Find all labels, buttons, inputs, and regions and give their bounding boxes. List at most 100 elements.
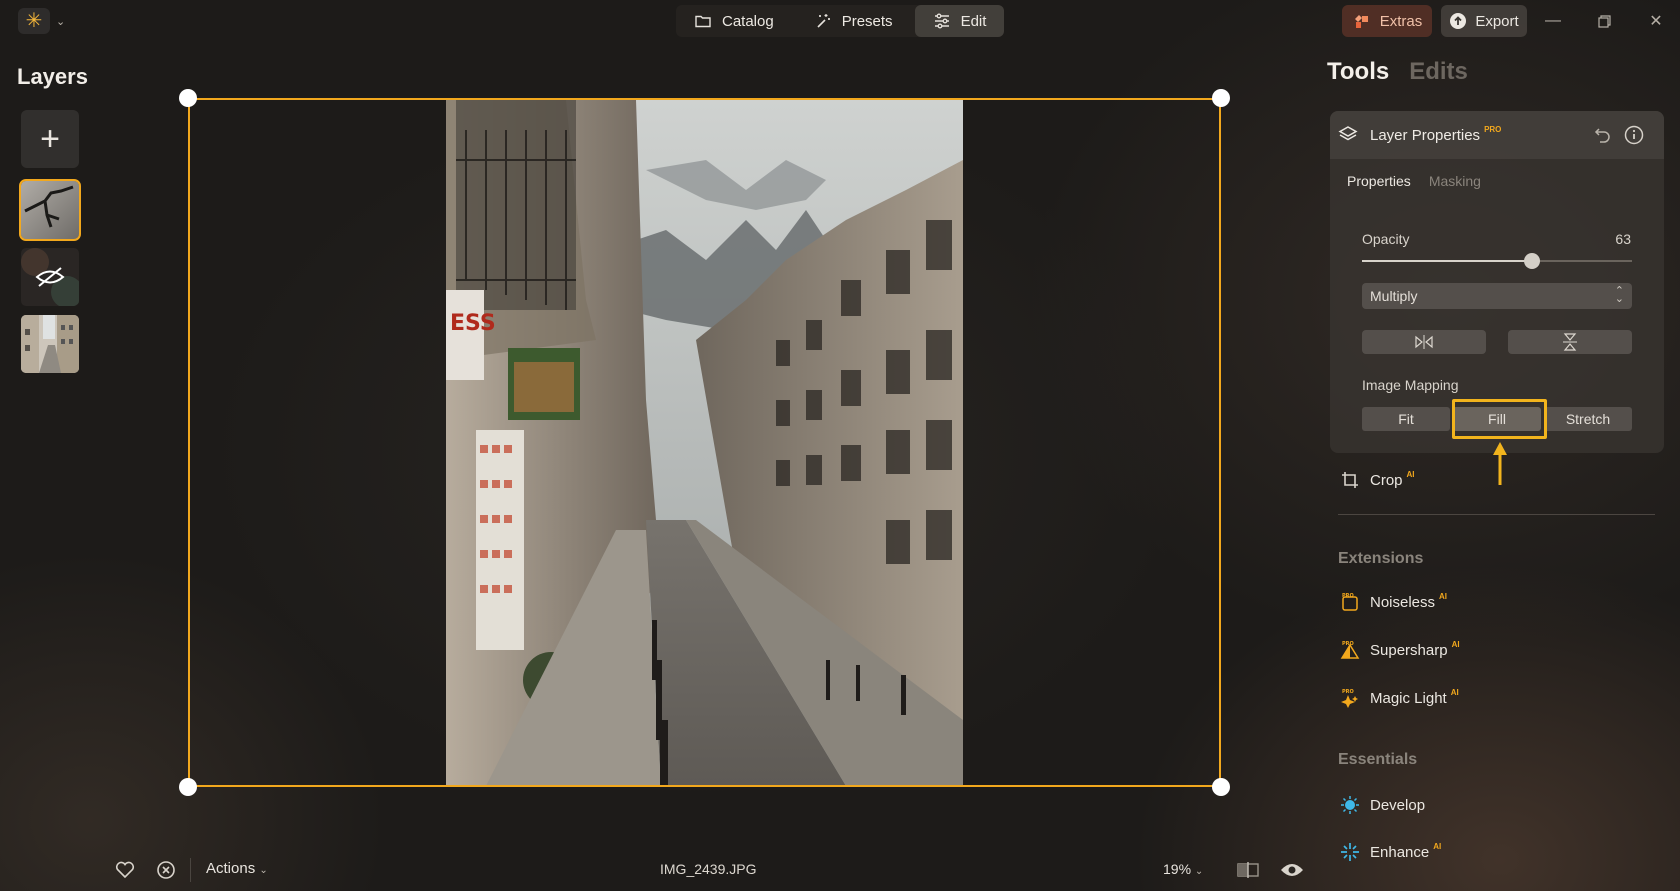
opacity-slider[interactable]: [1362, 253, 1632, 269]
crop-frame[interactable]: [188, 98, 1221, 787]
noiseless-icon: PRO: [1340, 592, 1360, 612]
main-nav: Catalog Presets Edit: [676, 5, 1005, 37]
extras-icon: [1354, 15, 1368, 28]
layer-thumb-hidden[interactable]: [21, 248, 79, 306]
panel-divider: [1338, 514, 1655, 515]
essentials-title: Essentials: [1338, 751, 1418, 768]
tab-tools[interactable]: Tools: [1327, 58, 1389, 86]
bottom-divider: [190, 858, 191, 882]
minimize-icon[interactable]: —: [1540, 8, 1566, 34]
filename-label: IMG_2439.JPG: [660, 861, 757, 877]
crop-handle-top-right[interactable]: [1212, 89, 1230, 107]
chevron-down-icon: ⌄: [56, 15, 66, 28]
opacity-label: Opacity: [1362, 231, 1410, 247]
magic-light-tool[interactable]: PRO Magic Light AI: [1340, 688, 1459, 708]
mapping-fit-label: Fit: [1398, 411, 1414, 427]
crop-tool[interactable]: Crop AI: [1340, 470, 1415, 490]
crop-handle-bottom-left[interactable]: [179, 778, 197, 796]
svg-text:PRO: PRO: [1342, 641, 1354, 647]
pro-badge: PRO: [1484, 124, 1502, 134]
restore-icon[interactable]: [1591, 8, 1617, 34]
catalog-label: Catalog: [722, 12, 774, 30]
crop-ai-badge: AI: [1406, 469, 1415, 479]
chevron-down-icon: ⌄: [1194, 866, 1204, 877]
layer-properties-header[interactable]: Layer Properties PRO: [1330, 111, 1664, 159]
tab-edits[interactable]: Edits: [1409, 58, 1468, 86]
layer-properties-title: Layer Properties: [1370, 126, 1481, 144]
blend-mode-select[interactable]: Multiply ⌃ ⌄: [1362, 283, 1632, 309]
mapping-stretch-button[interactable]: Stretch: [1544, 407, 1632, 431]
opacity-slider-fill: [1362, 260, 1533, 262]
image-mapping-label: Image Mapping: [1362, 377, 1459, 393]
layers-icon: [1338, 126, 1358, 141]
fill-highlight-box: [1452, 399, 1547, 439]
tab-masking[interactable]: Masking: [1429, 173, 1481, 189]
magic-light-label: Magic Light: [1370, 689, 1447, 707]
crop-icon: [1340, 470, 1360, 490]
updown-chevron-icon: ⌃ ⌄: [1614, 285, 1624, 305]
edit-label: Edit: [960, 12, 987, 30]
add-layer-button[interactable]: +: [21, 110, 79, 168]
edit-button[interactable]: Edit: [914, 5, 1005, 37]
reject-icon[interactable]: [154, 858, 178, 882]
app-menu-button[interactable]: ✳ ⌄: [18, 8, 68, 34]
extras-button[interactable]: Extras: [1342, 5, 1432, 37]
mapping-stretch-label: Stretch: [1565, 411, 1611, 427]
enhance-tool[interactable]: Enhance AI: [1340, 842, 1441, 862]
layer-properties-subtabs: Properties Masking: [1347, 173, 1481, 189]
supersharp-icon: PRO: [1340, 640, 1360, 660]
arrow-up-icon: [1493, 442, 1507, 485]
supersharp-tool[interactable]: PRO Supersharp AI: [1340, 640, 1460, 660]
crop-handle-bottom-right[interactable]: [1212, 778, 1230, 796]
opacity-slider-thumb[interactable]: [1524, 253, 1541, 269]
eye-icon[interactable]: [1280, 858, 1304, 882]
zoom-label: 19%: [1163, 861, 1192, 877]
develop-label: Develop: [1370, 796, 1426, 814]
sliders-icon: [934, 13, 949, 29]
magic-light-icon: PRO: [1340, 688, 1360, 708]
folder-icon: [695, 15, 711, 28]
presets-label: Presets: [841, 12, 893, 30]
enhance-label: Enhance: [1370, 843, 1430, 861]
svg-text:PRO: PRO: [1342, 593, 1354, 599]
chevron-down-icon: ⌄: [259, 865, 268, 876]
layers-title: Layers: [17, 64, 88, 89]
flip-horizontal-button[interactable]: [1362, 330, 1486, 354]
close-icon[interactable]: ✕: [1643, 8, 1669, 34]
actions-button[interactable]: Actions ⌄: [206, 860, 268, 877]
layer-thumb-crack[interactable]: [19, 179, 81, 241]
blend-mode-value: Multiply: [1370, 288, 1418, 304]
compare-icon[interactable]: [1236, 858, 1260, 882]
export-label: Export: [1475, 12, 1519, 30]
catalog-button[interactable]: Catalog: [676, 5, 792, 37]
extensions-title: Extensions: [1338, 550, 1424, 567]
tab-properties[interactable]: Properties: [1347, 173, 1411, 189]
sun-logo-icon: ✳: [18, 8, 50, 34]
heart-icon[interactable]: [113, 858, 137, 882]
mapping-fit-button[interactable]: Fit: [1362, 407, 1450, 431]
info-icon[interactable]: [1623, 124, 1645, 146]
panel-tabs: Tools Edits: [1327, 58, 1468, 86]
magic-light-ai-badge: AI: [1450, 687, 1459, 697]
noiseless-label: Noiseless: [1370, 593, 1436, 611]
noiseless-tool[interactable]: PRO Noiseless AI: [1340, 592, 1447, 612]
develop-icon: [1340, 795, 1360, 815]
crop-label: Crop: [1370, 471, 1403, 489]
presets-button[interactable]: Presets: [796, 5, 911, 37]
export-button[interactable]: Export: [1441, 5, 1527, 37]
extras-label: Extras: [1379, 12, 1423, 30]
supersharp-ai-badge: AI: [1451, 639, 1460, 649]
opacity-value: 63: [1615, 231, 1631, 247]
crop-handle-top-left[interactable]: [179, 89, 197, 107]
develop-tool[interactable]: Develop: [1340, 795, 1425, 815]
flip-vertical-icon: [1563, 333, 1577, 351]
enhance-ai-badge: AI: [1433, 841, 1442, 851]
supersharp-label: Supersharp: [1370, 641, 1448, 659]
upload-icon: [1450, 13, 1467, 29]
undo-icon[interactable]: [1592, 124, 1614, 146]
svg-text:PRO: PRO: [1342, 689, 1354, 695]
flip-horizontal-icon: [1415, 335, 1433, 349]
zoom-dropdown[interactable]: 19% ⌄: [1163, 861, 1203, 877]
layer-thumb-street[interactable]: [21, 315, 79, 373]
flip-vertical-button[interactable]: [1508, 330, 1632, 354]
